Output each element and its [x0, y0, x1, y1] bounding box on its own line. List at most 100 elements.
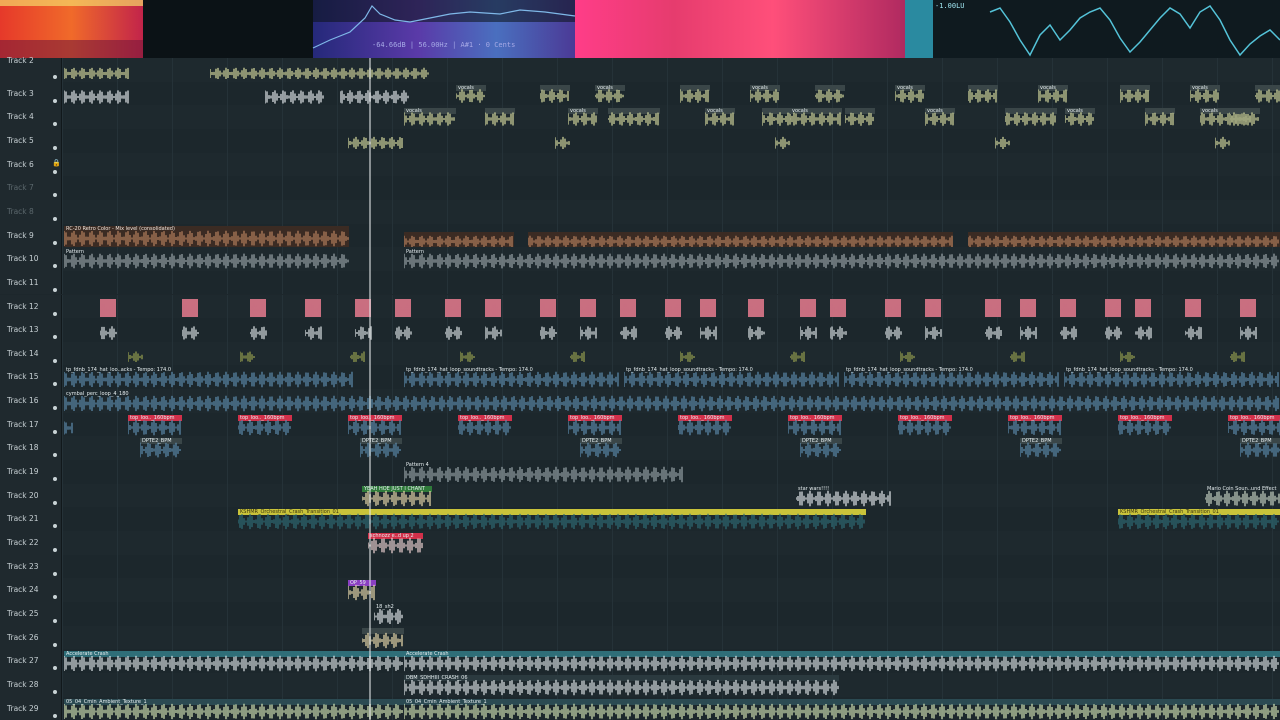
audio-clip[interactable] [1215, 133, 1230, 149]
audio-clip[interactable] [748, 322, 766, 340]
audio-clip[interactable] [885, 322, 903, 340]
audio-clip[interactable] [665, 322, 683, 340]
track-lane-background[interactable] [62, 531, 1280, 555]
mute-led[interactable] [53, 264, 57, 269]
audio-clip[interactable] [1185, 298, 1201, 317]
mute-led[interactable] [53, 406, 57, 411]
audio-clip[interactable]: vocals [404, 108, 456, 126]
track-lane-background[interactable] [62, 176, 1280, 200]
track-lane[interactable]: Track 16 cymbal_perc_loop_4_180 [0, 389, 1280, 413]
audio-clip[interactable]: DBM_SDHHIII_CRASH_06 [404, 674, 839, 696]
audio-clip[interactable] [1060, 322, 1078, 340]
audio-clip[interactable]: DPTE2_BPM [140, 438, 182, 458]
audio-clip[interactable]: top_loo.._160bpm [568, 414, 622, 436]
track-lane[interactable]: Track 28 DBM_SDHHIII_CRASH_06 [0, 672, 1280, 697]
audio-clip[interactable]: vocals [925, 108, 955, 127]
mute-led[interactable] [53, 666, 57, 671]
track-lane-background[interactable] [62, 105, 1280, 129]
track-lane-background[interactable] [62, 199, 1280, 224]
audio-clip[interactable] [968, 231, 1280, 247]
audio-clip[interactable] [1060, 298, 1076, 317]
track-header[interactable]: Track 11 [0, 270, 62, 295]
mute-led[interactable] [53, 713, 57, 718]
audio-clip[interactable]: OP_59 [348, 580, 376, 601]
audio-clip[interactable] [985, 298, 1001, 317]
mute-led[interactable] [53, 335, 57, 340]
audio-clip[interactable] [1010, 348, 1026, 362]
audio-clip[interactable] [1145, 108, 1175, 127]
audio-clip[interactable] [985, 322, 1003, 340]
audio-clip[interactable] [350, 348, 366, 362]
audio-clip[interactable]: DPTE2_BPM [1020, 438, 1062, 458]
audio-clip[interactable] [1120, 348, 1136, 362]
track-header[interactable]: Track 14 [0, 341, 62, 366]
track-header[interactable]: Track 10 [0, 247, 62, 271]
track-header[interactable]: Track 13 [0, 318, 62, 342]
track-lane-background[interactable] [62, 625, 1280, 650]
mute-led[interactable] [53, 216, 57, 221]
audio-clip[interactable] [64, 64, 130, 79]
audio-clip[interactable] [240, 348, 256, 362]
audio-clip[interactable] [182, 322, 200, 340]
mute-led[interactable] [53, 548, 57, 552]
track-header[interactable]: Track 15 [0, 365, 62, 390]
audio-clip[interactable]: vocals [595, 84, 625, 103]
audio-clip[interactable] [800, 298, 816, 317]
audio-clip[interactable] [1105, 298, 1121, 317]
track-header[interactable]: Track 19 [0, 460, 62, 484]
audio-clip[interactable] [580, 322, 598, 340]
audio-clip[interactable] [210, 64, 430, 79]
audio-clip[interactable] [620, 322, 638, 340]
mute-led[interactable] [53, 429, 57, 434]
track-lane[interactable]: Track 24 OP_59 [0, 578, 1280, 602]
track-lane[interactable]: Track 12 [0, 294, 1280, 319]
mute-led[interactable] [53, 287, 57, 292]
audio-clip[interactable] [395, 322, 413, 340]
track-lane-background[interactable] [62, 601, 1280, 626]
audio-clip[interactable] [540, 322, 558, 340]
audio-clip[interactable]: top_loo.._160bpm [128, 414, 182, 436]
audio-clip[interactable]: top_loo.._160bpm [788, 414, 842, 436]
audio-clip[interactable] [620, 298, 636, 317]
audio-clip[interactable]: schnozz e..d up 2 [368, 533, 423, 554]
audio-clip[interactable] [790, 348, 806, 362]
track-lane[interactable]: Track 29 05_04_Cmin_Ambient_Texture_1 05_0… [0, 696, 1280, 720]
audio-clip[interactable] [555, 133, 570, 149]
audio-clip[interactable]: vocals [1190, 84, 1220, 103]
track-header[interactable]: Track 28 [0, 672, 62, 697]
audio-clip[interactable] [404, 231, 514, 247]
track-lane[interactable]: Track 11 [0, 270, 1280, 295]
mute-led[interactable] [53, 642, 57, 647]
audio-clip[interactable] [580, 298, 596, 317]
mute-led[interactable] [53, 169, 57, 174]
audio-clip[interactable]: tp_fdnb_174_hat_loop_soundtracks - Tempo… [404, 367, 620, 388]
track-lane[interactable]: Track 18 DPTE2_BPM DPTE2_BPM DPTE2_BPM DPTE2… [0, 436, 1280, 461]
track-lane-background[interactable] [62, 578, 1280, 602]
track-lane-background[interactable] [62, 152, 1280, 177]
audio-clip[interactable] [305, 322, 323, 340]
audio-clip[interactable]: top_loo.._160bpm [898, 414, 952, 436]
audio-clip[interactable]: DPTE2_BPM [1240, 438, 1280, 458]
audio-clip[interactable] [182, 298, 198, 317]
mute-led[interactable] [53, 689, 57, 694]
audio-clip[interactable]: Pattern [404, 249, 1280, 269]
lock-icon[interactable]: 🔒 [52, 159, 61, 167]
track-header[interactable]: Track 12 [0, 294, 62, 319]
audio-clip[interactable] [815, 84, 845, 103]
track-header[interactable]: Track 18 [0, 436, 62, 461]
audio-clip[interactable] [1185, 322, 1203, 340]
track-lane[interactable]: Track 25 18_sh2 [0, 601, 1280, 626]
mute-led[interactable] [53, 618, 57, 623]
mute-led[interactable] [53, 382, 57, 387]
track-lane-background[interactable] [62, 554, 1280, 579]
audio-clip[interactable] [64, 86, 130, 104]
mute-led[interactable] [53, 571, 57, 576]
audio-clip[interactable]: DPTE2_BPM [580, 438, 622, 458]
audio-clip[interactable]: vocals [705, 108, 735, 126]
track-header[interactable]: Track 4 [0, 105, 62, 129]
track-lane[interactable]: Track 8 [0, 199, 1280, 224]
track-header[interactable]: Track 24 [0, 578, 62, 602]
audio-clip[interactable]: top_loo.._160bpm [348, 414, 402, 436]
audio-clip[interactable] [1135, 298, 1151, 317]
audio-clip[interactable] [528, 231, 953, 247]
